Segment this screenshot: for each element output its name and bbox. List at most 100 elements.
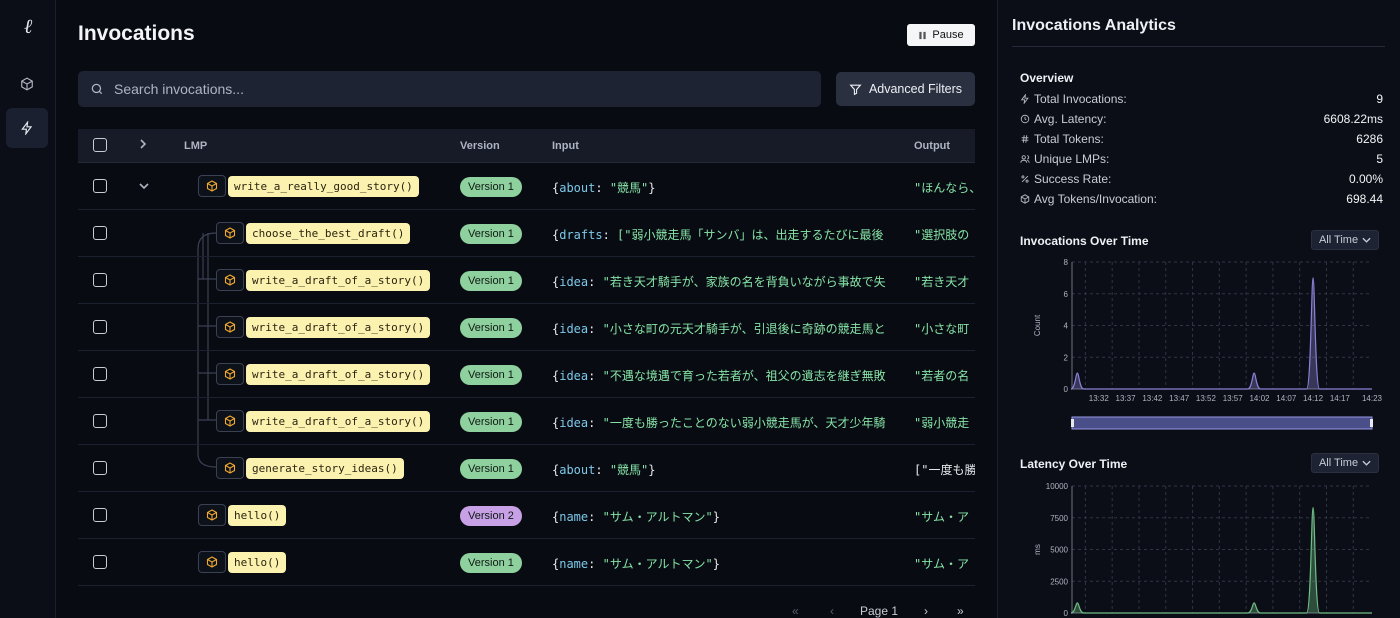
cube-icon [224, 321, 236, 333]
latency-range-select[interactable]: All Time [1311, 453, 1379, 473]
row-checkbox[interactable] [93, 273, 107, 287]
stat-value: 5 [1376, 152, 1383, 166]
output-cell: ["一度も勝 [914, 463, 975, 477]
input-cell: {drafts: ["弱小競走馬「サンバ」は、出走するたびに最後 [552, 228, 884, 242]
version-badge: Version 1 [460, 365, 522, 385]
lmp-cell[interactable]: write_a_draft_of_a_story() [216, 316, 431, 338]
clock-icon [1020, 114, 1030, 124]
chevron-down-icon[interactable] [138, 181, 150, 191]
main-content: Invocations Pause Advanced Filters LMP V… [56, 0, 996, 618]
x-tick-label: 13:32 [1089, 394, 1110, 403]
table-row[interactable]: write_a_draft_of_a_story() Version 1 {id… [78, 398, 975, 445]
cube-icon [224, 462, 236, 474]
table-row[interactable]: choose_the_best_draft() Version 1 {draft… [78, 210, 975, 257]
lmp-cell[interactable]: write_a_draft_of_a_story() [216, 410, 431, 432]
row-checkbox[interactable] [93, 414, 107, 428]
row-checkbox[interactable] [93, 555, 107, 569]
lmp-name: generate_story_ideas() [246, 457, 404, 479]
version-badge: Version 1 [460, 553, 522, 573]
prev-page-button[interactable]: ‹ [830, 604, 834, 618]
column-header-lmp[interactable]: LMP [184, 140, 207, 152]
lmp-cell[interactable]: write_a_draft_of_a_story() [216, 363, 431, 385]
column-header-input[interactable]: Input [552, 140, 579, 152]
stat-value: 0.00% [1348, 172, 1383, 186]
advanced-filters-button[interactable]: Advanced Filters [836, 72, 975, 106]
table-row[interactable]: write_a_draft_of_a_story() Version 1 {id… [78, 257, 975, 304]
lmp-name: write_a_draft_of_a_story() [246, 363, 431, 385]
search-bar [78, 71, 821, 107]
lmp-cube-icon-box [216, 410, 244, 432]
invocations-chart-title: Invocations Over Time [1020, 234, 1149, 248]
search-icon [91, 83, 103, 95]
table-row[interactable]: hello() Version 1 {name: "サム・アルトマン"} "サム… [78, 539, 975, 586]
sidebar-item-invocations[interactable] [6, 108, 48, 148]
column-header-output[interactable]: Output [914, 140, 950, 152]
range-select-value: All Time [1318, 457, 1359, 469]
input-value: "不遇な境遇で育った若者が、祖父の遺志を継ぎ無敗 [602, 369, 886, 383]
table-row[interactable]: hello() Version 2 {name: "サム・アルトマン"} "サム… [78, 492, 975, 539]
input-key: name [559, 510, 589, 524]
y-tick-label: 0 [1064, 385, 1069, 394]
lmp-cell[interactable]: write_a_really_good_story() [198, 175, 419, 197]
lmp-cell[interactable]: hello() [198, 504, 287, 526]
y-tick-label: 7500 [1050, 514, 1068, 523]
column-header-version[interactable]: Version [460, 140, 500, 152]
input-close: } [648, 181, 656, 195]
input-value: "一度も勝ったことのない弱小競走馬が、天才少年騎 [602, 416, 886, 430]
row-checkbox[interactable] [93, 367, 107, 381]
app-logo[interactable]: ℓ [18, 14, 38, 42]
next-page-button[interactable]: › [924, 604, 928, 618]
range-select-value: All Time [1318, 234, 1359, 246]
stat-value: 9 [1376, 92, 1383, 106]
table-row[interactable]: write_a_draft_of_a_story() Version 1 {id… [78, 351, 975, 398]
cube-icon [206, 180, 218, 192]
row-checkbox[interactable] [93, 461, 107, 475]
lmp-cell[interactable]: write_a_draft_of_a_story() [216, 269, 431, 291]
version-badge: Version 2 [460, 506, 522, 526]
row-checkbox[interactable] [93, 320, 107, 334]
select-all-checkbox[interactable] [93, 138, 107, 152]
input-key: drafts [559, 228, 603, 242]
search-input[interactable] [114, 81, 794, 97]
lmp-name: write_a_really_good_story() [228, 175, 419, 197]
lmp-cell[interactable]: generate_story_ideas() [216, 457, 404, 479]
lmp-cell[interactable]: choose_the_best_draft() [216, 222, 411, 244]
stat-avg-latency: Avg. Latency: 6608.22ms [1020, 111, 1383, 127]
output-cell: "選択肢の [914, 228, 970, 242]
invocations-range-select[interactable]: All Time [1311, 230, 1379, 250]
table-row[interactable]: write_a_draft_of_a_story() Version 1 {id… [78, 304, 975, 351]
row-checkbox[interactable] [93, 508, 107, 522]
last-page-button[interactable]: » [957, 604, 964, 618]
version-badge: Version 1 [460, 224, 522, 244]
output-cell: "サム・ア [914, 510, 969, 524]
input-key: idea [559, 416, 589, 430]
table-row[interactable]: write_a_really_good_story() Version 1 {a… [78, 163, 975, 210]
expand-all-toggle[interactable] [138, 138, 148, 153]
lmp-cell[interactable]: hello() [198, 551, 287, 573]
sidebar-item-lmps[interactable] [6, 64, 48, 104]
x-tick-label: 14:23 [1362, 394, 1383, 403]
cube-icon [224, 274, 236, 286]
cube-icon [224, 415, 236, 427]
table-row[interactable]: generate_story_ideas() Version 1 {about:… [78, 445, 975, 492]
row-checkbox[interactable] [93, 179, 107, 193]
first-page-button[interactable]: « [792, 604, 799, 618]
advanced-filters-label: Advanced Filters [868, 82, 963, 96]
y-tick-label: 6 [1064, 290, 1069, 299]
input-value: "競馬" [609, 463, 649, 477]
y-axis-label: Count [1033, 314, 1042, 336]
stat-value: 698.44 [1346, 192, 1383, 206]
output-cell: "若き天才 [914, 275, 970, 289]
lmp-cube-icon-box [216, 363, 244, 385]
cube-icon [21, 77, 33, 91]
latency-chart: 0 2500 5000 7500 10000 ms [1033, 482, 1372, 618]
x-tick-label: 13:57 [1223, 394, 1244, 403]
pause-button[interactable]: Pause [907, 24, 975, 46]
stat-label: Avg Tokens/Invocation: [1034, 192, 1157, 206]
stat-success-rate: Success Rate: 0.00% [1020, 171, 1383, 187]
lmp-name: hello() [228, 504, 287, 526]
brush-range [1071, 416, 1373, 430]
row-checkbox[interactable] [93, 226, 107, 240]
x-tick-label: 14:07 [1276, 394, 1297, 403]
input-value: "サム・アルトマン" [602, 557, 713, 571]
